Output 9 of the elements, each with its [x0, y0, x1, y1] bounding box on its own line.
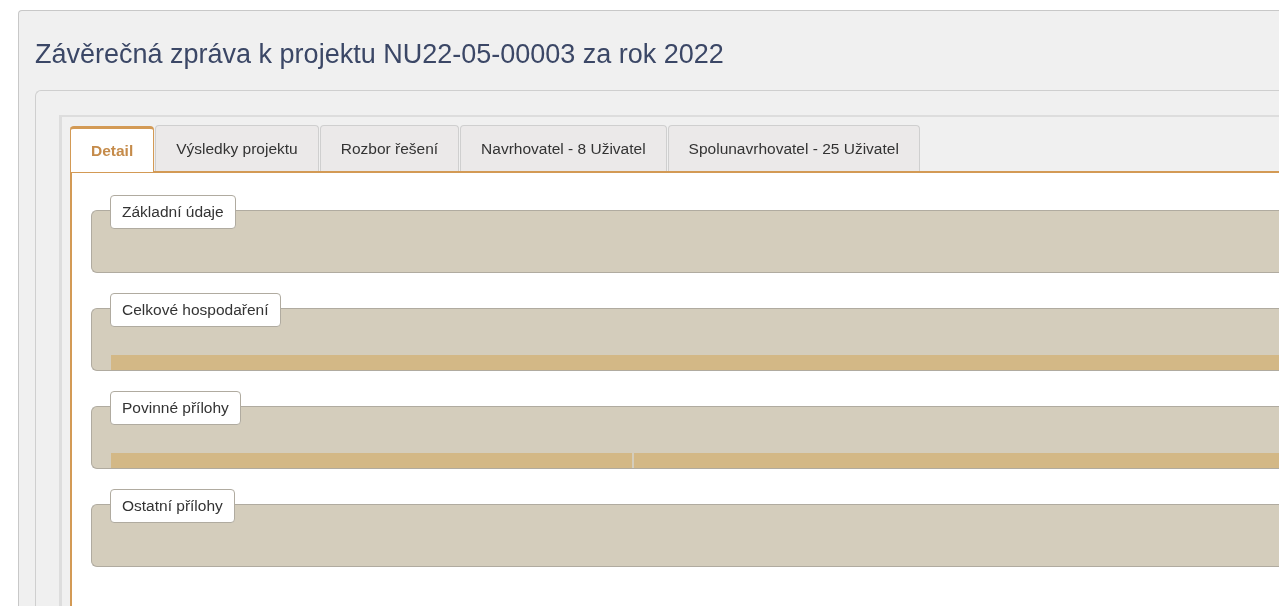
- section-legend: Celkové hospodaření: [110, 293, 281, 327]
- tab[interactable]: Rozbor řešení: [319, 125, 460, 171]
- page-title: Závěrečná zpráva k projektu NU22-05-00003 za rok 2022: [35, 39, 725, 70]
- section-legend: Povinné přílohy: [110, 391, 241, 425]
- tab[interactable]: Výsledky projektu: [155, 125, 319, 171]
- tab[interactable]: Navrhovatel - 8 Uživatel: [460, 125, 667, 171]
- tab[interactable]: Spolunavrhovatel - 25 Uživatel: [667, 125, 920, 171]
- section-legend: Základní údaje: [110, 195, 236, 229]
- section-legend: Ostatní přílohy: [110, 489, 235, 523]
